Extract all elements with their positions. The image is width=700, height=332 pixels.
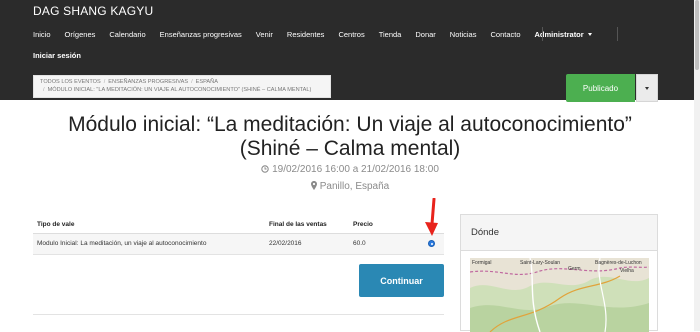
- ticket-price: 60.0: [353, 240, 366, 247]
- location-map[interactable]: Formigal Saint-Lary-Soulan Germ Bagnères…: [470, 258, 649, 332]
- event-location: Panillo, España: [0, 181, 700, 192]
- breadcrumb-separator: /: [103, 79, 106, 85]
- chevron-down-icon: [587, 33, 592, 36]
- nav-item-venir[interactable]: Venir: [256, 30, 273, 39]
- table-row: Modulo Inicial: La meditación, un viaje …: [33, 234, 444, 255]
- site-brand[interactable]: DAG SHANG KAGYU: [33, 4, 153, 18]
- location-panel-title: Dónde: [461, 215, 657, 251]
- nav-divider: [542, 27, 543, 41]
- ticket-table: Tipo de vale Final de las ventas Precio …: [33, 215, 444, 255]
- published-button[interactable]: Publicado: [566, 74, 635, 102]
- column-header-price: Precio: [353, 221, 373, 228]
- nav-item-centros[interactable]: Centros: [338, 30, 364, 39]
- map-label: Vielha: [620, 268, 634, 274]
- map-label: Saint-Lary-Soulan: [520, 260, 561, 266]
- map-label: Germ: [568, 266, 581, 272]
- status-dropdown-toggle[interactable]: [636, 74, 658, 102]
- scrollbar-thumb[interactable]: [695, 0, 699, 70]
- admin-menu[interactable]: Administrator: [535, 30, 592, 39]
- continue-button[interactable]: Continuar: [359, 264, 444, 297]
- breadcrumb-separator: /: [43, 87, 45, 93]
- map-label: Bagnères-de-Luchon: [595, 260, 642, 266]
- breadcrumb-link-spain[interactable]: ESPAÑA: [196, 79, 218, 85]
- nav-item-contacto[interactable]: Contacto: [490, 30, 520, 39]
- event-location-text: Panillo, España: [319, 181, 390, 192]
- main-nav: Inicio Orígenes Calendario Enseñanzas pr…: [33, 26, 606, 42]
- location-panel: Dónde Formigal Saint-Lary-Soulan Germ Ba…: [460, 214, 658, 332]
- nav-divider: [617, 27, 618, 41]
- nav-item-noticias[interactable]: Noticias: [450, 30, 477, 39]
- event-title: Módulo inicial: “La meditación: Un viaje…: [68, 113, 632, 160]
- nav-item-origenes[interactable]: Orígenes: [65, 30, 96, 39]
- divider: [33, 314, 444, 315]
- nav-item-tienda[interactable]: Tienda: [379, 30, 402, 39]
- ticket-name: Modulo Inicial: La meditación, un viaje …: [37, 240, 207, 247]
- breadcrumb-link-all-events[interactable]: TODOS LOS EVENTOS: [40, 79, 101, 85]
- column-header-ticket-type: Tipo de vale: [37, 221, 75, 228]
- nav-item-calendario[interactable]: Calendario: [109, 30, 145, 39]
- column-header-sales-end: Final de las ventas: [269, 221, 327, 228]
- scrollbar[interactable]: [694, 0, 700, 331]
- ticket-radio[interactable]: [428, 240, 435, 247]
- breadcrumb-link-teachings[interactable]: ENSEÑANZAS PROGRESIVAS: [108, 79, 188, 85]
- map-label: Formigal: [472, 260, 492, 266]
- clock-icon: [261, 165, 269, 173]
- ticket-table-header: Tipo de vale Final de las ventas Precio: [33, 215, 444, 234]
- login-link[interactable]: Iniciar sesión: [33, 51, 81, 60]
- nav-item-residentes[interactable]: Residentes: [287, 30, 325, 39]
- breadcrumb-separator: /: [191, 79, 193, 85]
- event-date: 19/02/2016 16:00 a 21/02/2016 18:00: [0, 164, 700, 175]
- chevron-down-icon: [645, 86, 649, 90]
- nav-item-ensenanzas[interactable]: Enseñanzas progresivas: [160, 30, 242, 39]
- ticket-sales-end: 22/02/2016: [269, 240, 302, 247]
- red-arrow-annotation: [425, 198, 438, 236]
- breadcrumb-current: MÓDULO INICIAL: "LA MEDITACIÓN: UN VIAJE…: [47, 87, 312, 93]
- nav-item-donar[interactable]: Donar: [415, 30, 435, 39]
- breadcrumb: TODOS LOS EVENTOS / ENSEÑANZAS PROGRESIVAS…: [33, 75, 331, 98]
- event-date-text: 19/02/2016 16:00 a 21/02/2016 18:00: [272, 164, 439, 175]
- nav-item-inicio[interactable]: Inicio: [33, 30, 51, 39]
- map-marker-icon: [310, 181, 317, 190]
